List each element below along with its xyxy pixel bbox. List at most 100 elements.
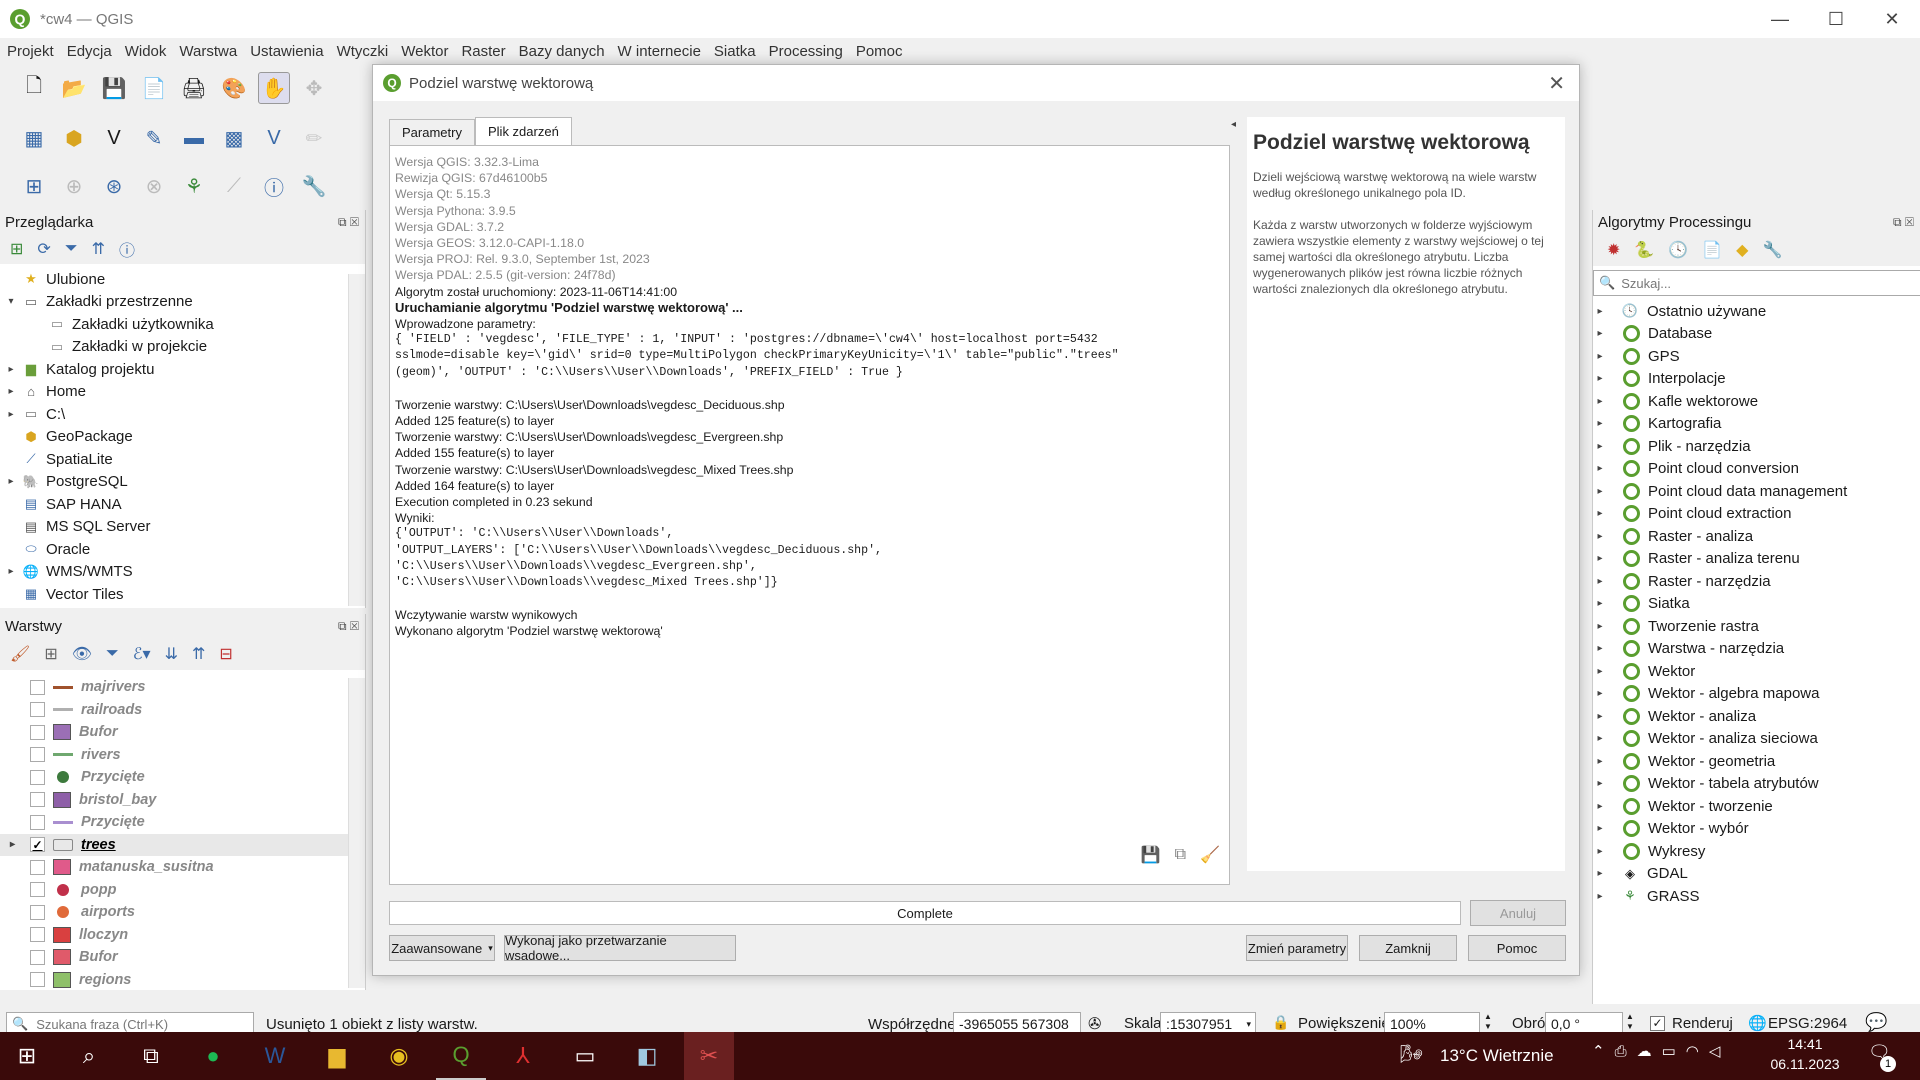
- close-button[interactable]: Zamknij: [1359, 935, 1457, 961]
- field-calculator-icon[interactable]: ⚘: [178, 170, 210, 202]
- acrobat-icon[interactable]: ⅄: [498, 1032, 548, 1080]
- expand-arrow-icon[interactable]: ▸: [1593, 373, 1607, 384]
- processing-group[interactable]: ▸ Wektor: [1593, 660, 1920, 683]
- processing-group[interactable]: ▸ Warstwa - narzędzia: [1593, 638, 1920, 661]
- expand-arrow-icon[interactable]: ▸: [1593, 711, 1607, 722]
- history-icon[interactable]: 🕓: [1668, 240, 1688, 260]
- processing-group[interactable]: ▸ Raster - analiza: [1593, 525, 1920, 548]
- change-parameters-button[interactable]: Zmień parametry: [1246, 935, 1348, 961]
- save-log-icon[interactable]: 💾: [1141, 845, 1161, 865]
- expand-arrow-icon[interactable]: ▸: [1593, 598, 1607, 609]
- expand-arrow-icon[interactable]: ▸: [4, 476, 18, 487]
- processing-group[interactable]: ▸ Wektor - analiza sieciowa: [1593, 728, 1920, 751]
- processing-group[interactable]: ▸ Raster - narzędzia: [1593, 570, 1920, 593]
- browser-item[interactable]: ▸ ⌂ Home: [0, 381, 365, 404]
- menu-item-7[interactable]: Raster: [455, 43, 511, 60]
- layer-item[interactable]: matanuska_susitna: [0, 856, 365, 879]
- collapse-all-icon[interactable]: ⇈: [92, 239, 105, 259]
- layer-item[interactable]: railroads: [0, 699, 365, 722]
- layer-item[interactable]: airports: [0, 901, 365, 924]
- word-icon[interactable]: W: [250, 1032, 300, 1080]
- advanced-dropdown[interactable]: Zaawansowane ▾: [389, 935, 495, 961]
- clock-time[interactable]: 14:41: [1770, 1036, 1840, 1052]
- processing-group[interactable]: ▸ Point cloud extraction: [1593, 503, 1920, 526]
- layer-visibility-checkbox[interactable]: [30, 769, 45, 785]
- close-window-button[interactable]: ✕: [1862, 0, 1920, 38]
- log-output[interactable]: Wersja QGIS: 3.32.3-Lima Rewizja QGIS: 67…: [389, 145, 1230, 885]
- processing-group[interactable]: ▸ Wykresy: [1593, 840, 1920, 863]
- processing-group[interactable]: ▸ Siatka: [1593, 593, 1920, 616]
- processing-group[interactable]: ▸ Plik - narzędzia: [1593, 435, 1920, 458]
- processing-group[interactable]: ▸ 🕓 Ostatnio używane: [1593, 300, 1920, 323]
- processing-group[interactable]: ▸ Kafle wektorowe: [1593, 390, 1920, 413]
- expand-arrow-icon[interactable]: ▸: [1593, 688, 1607, 699]
- expression-filter-icon[interactable]: ℰ▾: [133, 644, 151, 664]
- menu-item-3[interactable]: Warstwa: [173, 43, 243, 60]
- layer-item[interactable]: bristol_bay: [0, 789, 365, 812]
- add-layer-icon[interactable]: ⊞: [10, 239, 23, 259]
- processing-group[interactable]: ▸ Raster - analiza terenu: [1593, 548, 1920, 571]
- expand-arrow-icon[interactable]: ▸: [1593, 868, 1607, 879]
- save-project-icon[interactable]: 💾: [98, 72, 130, 104]
- menu-item-2[interactable]: Widok: [119, 43, 173, 60]
- results-viewer-icon[interactable]: 📄: [1702, 240, 1722, 260]
- expand-arrow-icon[interactable]: ▸: [1593, 621, 1607, 632]
- system-tray-icons[interactable]: ⌃⎙☁▭◠◁: [1592, 1042, 1730, 1060]
- search-icon[interactable]: ⌕: [64, 1032, 114, 1080]
- pan-to-selection-icon[interactable]: ✥: [298, 72, 330, 104]
- panel-float-close-icon[interactable]: ⧉ ☒: [338, 619, 359, 634]
- snipping-tool-icon[interactable]: ✂: [684, 1032, 734, 1080]
- expand-arrow-icon[interactable]: ▸: [1593, 553, 1607, 564]
- layer-item[interactable]: rivers: [0, 744, 365, 767]
- messages-icon[interactable]: 💬: [1865, 1012, 1887, 1033]
- new-geopackage-icon[interactable]: ⬢: [58, 122, 90, 154]
- spotify-icon[interactable]: ●: [188, 1032, 238, 1080]
- magnifier-stepper-icon[interactable]: ▲ ▼: [1484, 1012, 1492, 1032]
- processing-group[interactable]: ▸ Wektor - wybór: [1593, 818, 1920, 841]
- processing-group[interactable]: ▸ Wektor - analiza: [1593, 705, 1920, 728]
- expand-arrow-icon[interactable]: ▸: [1593, 328, 1607, 339]
- expand-arrow-icon[interactable]: ▸: [1593, 531, 1607, 542]
- style-manager-icon[interactable]: 🎨: [218, 72, 250, 104]
- info-icon[interactable]: ⓘ: [119, 237, 135, 261]
- select-location-icon[interactable]: ⊗: [138, 170, 170, 202]
- layer-visibility-checkbox[interactable]: [30, 679, 45, 695]
- menu-item-6[interactable]: Wektor: [395, 43, 454, 60]
- menu-item-10[interactable]: Siatka: [708, 43, 762, 60]
- expand-arrow-icon[interactable]: ▸: [4, 386, 18, 397]
- layer-visibility-checkbox[interactable]: [30, 814, 45, 830]
- identify-features-icon[interactable]: ⊛: [98, 170, 130, 202]
- layer-visibility-checkbox[interactable]: [30, 904, 45, 920]
- clock-date[interactable]: 06.11.2023: [1770, 1056, 1840, 1072]
- layer-item[interactable]: ▸ ✓ trees: [0, 833, 365, 856]
- layer-visibility-checkbox[interactable]: [30, 949, 45, 965]
- processing-group[interactable]: ▸ Point cloud conversion: [1593, 458, 1920, 481]
- expand-arrow-icon[interactable]: ▸: [1593, 823, 1607, 834]
- browser-item[interactable]: ⬢ GeoPackage: [0, 426, 365, 449]
- visibility-icon[interactable]: 👁: [72, 644, 92, 664]
- expand-arrow-icon[interactable]: ▸: [10, 839, 15, 850]
- processing-group[interactable]: ▸ Database: [1593, 323, 1920, 346]
- processing-group[interactable]: ▸ Kartografia: [1593, 413, 1920, 436]
- layer-item[interactable]: majrivers: [0, 676, 365, 699]
- browser-item[interactable]: ▸ ▆ Katalog projektu: [0, 358, 365, 381]
- browser-item[interactable]: ▤ SAP HANA: [0, 493, 365, 516]
- crs-label[interactable]: EPSG:2964: [1768, 1015, 1847, 1032]
- deselect-icon[interactable]: ⊕: [58, 170, 90, 202]
- refresh-icon[interactable]: ⟳: [37, 239, 50, 259]
- add-group-icon[interactable]: ⊞: [44, 644, 57, 664]
- weather-text[interactable]: 13°C Wietrznie: [1440, 1046, 1554, 1066]
- new-mesh-icon[interactable]: V: [258, 122, 290, 154]
- copy-log-icon[interactable]: ⧉: [1175, 846, 1186, 864]
- minimize-button[interactable]: —: [1750, 0, 1810, 38]
- layer-visibility-checkbox[interactable]: [30, 927, 45, 943]
- browser-item[interactable]: ▸ ▭ C:\: [0, 403, 365, 426]
- expand-arrow-icon[interactable]: ▸: [1593, 846, 1607, 857]
- render-checkbox[interactable]: ✓: [1650, 1016, 1665, 1031]
- browser-item[interactable]: ▾ ▭ Zakładki przestrzenne: [0, 291, 365, 314]
- processing-search-input[interactable]: 🔍 Szukaj...: [1593, 270, 1920, 296]
- layer-visibility-checkbox[interactable]: [30, 972, 45, 988]
- menu-item-4[interactable]: Ustawienia: [244, 43, 329, 60]
- expand-arrow-icon[interactable]: ▸: [1593, 486, 1607, 497]
- processing-group[interactable]: ▸ Wektor - tworzenie: [1593, 795, 1920, 818]
